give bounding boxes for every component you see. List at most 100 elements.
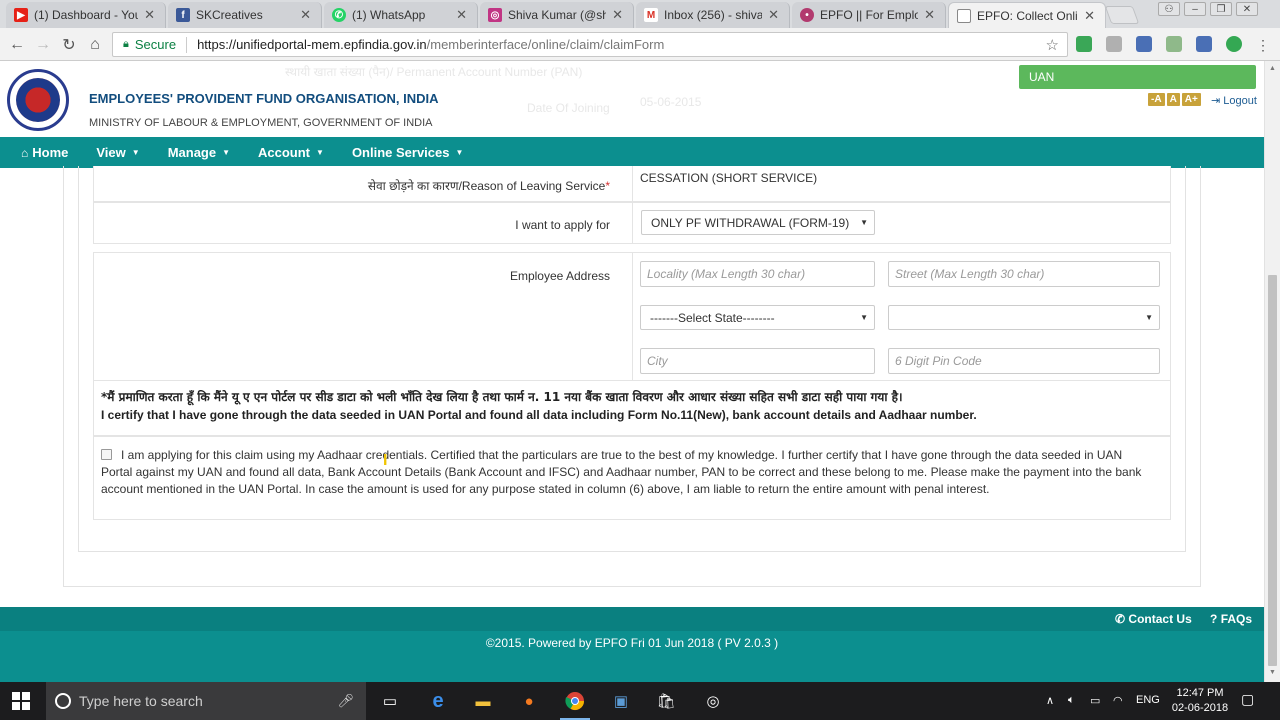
- state-value: -------Select State--------: [650, 310, 775, 325]
- contact-us-link[interactable]: ✆ Contact Us: [1115, 612, 1192, 626]
- address-bar[interactable]: 🔒︎ Secure https://unifiedportal-mem.epfi…: [112, 32, 1068, 57]
- leaving-reason-row: सेवा छोड़ने का कारण/Reason of Leaving Se…: [93, 166, 1171, 202]
- scroll-up-icon[interactable]: ▲: [1269, 65, 1276, 72]
- close-icon[interactable]: ✕: [1084, 8, 1095, 24]
- tab-epfo-employees[interactable]: • EPFO || For Employe ✕: [792, 2, 946, 28]
- notifications-icon[interactable]: ▢: [1241, 691, 1254, 708]
- locality-input[interactable]: [640, 261, 875, 287]
- close-icon[interactable]: ✕: [924, 7, 935, 23]
- close-icon[interactable]: ✕: [456, 7, 467, 23]
- reload-icon[interactable]: ↻: [58, 34, 80, 56]
- tab-instagram[interactable]: ◎ Shiva Kumar (@shiv ✕: [480, 2, 634, 28]
- file-explorer-icon[interactable]: ▬: [472, 691, 494, 711]
- divider: [632, 166, 633, 201]
- language-indicator[interactable]: ENG: [1136, 694, 1160, 706]
- nav-account[interactable]: Account ▼: [244, 145, 338, 160]
- leaving-reason-label-text: सेवा छोड़ने का कारण/Reason of Leaving Se…: [367, 179, 606, 193]
- wifi-icon[interactable]: ◠: [1113, 694, 1123, 707]
- city-input[interactable]: [640, 348, 875, 374]
- extension-icon[interactable]: [1226, 36, 1242, 52]
- extension-icon[interactable]: [1196, 36, 1212, 52]
- chevron-down-icon: ▼: [1145, 313, 1153, 322]
- tab-title: EPFO: Collect Online: [977, 8, 1078, 23]
- apply-for-select[interactable]: ONLY PF WITHDRAWAL (FORM-19) ▼: [641, 210, 875, 235]
- back-icon[interactable]: ←: [6, 34, 28, 56]
- chevron-down-icon: ▼: [455, 148, 464, 157]
- nav-account-label: Account: [258, 145, 311, 160]
- tab-gmail-inbox[interactable]: M Inbox (256) - shivak ✕: [636, 2, 790, 28]
- minimize-icon[interactable]: –: [1184, 2, 1206, 16]
- extension-icon[interactable]: [1136, 36, 1152, 52]
- maximize-icon[interactable]: ❐: [1210, 2, 1232, 16]
- chevron-down-icon: ▼: [860, 218, 868, 227]
- chevron-down-icon: ▼: [316, 148, 324, 157]
- font-decrease-button[interactable]: -A: [1148, 93, 1165, 106]
- logout-link[interactable]: ⇥ Logout: [1211, 94, 1257, 107]
- chrome-icon[interactable]: [564, 691, 586, 711]
- street-input[interactable]: [888, 261, 1160, 287]
- district-select[interactable]: ▼: [888, 305, 1160, 330]
- close-icon[interactable]: ✕: [768, 7, 779, 23]
- photo-app-icon[interactable]: ▣: [610, 691, 632, 711]
- youtube-icon: ▶: [14, 8, 28, 22]
- taskbar-search[interactable]: Type here to search 🎤︎: [46, 682, 366, 720]
- extension-icon[interactable]: [1166, 36, 1182, 52]
- certification-english: I certify that I have gone through the d…: [101, 408, 977, 422]
- ministry-name: MINISTRY OF LABOUR & EMPLOYMENT, GOVERNM…: [89, 117, 433, 129]
- tab-youtube-dashboard[interactable]: ▶ (1) Dashboard - You ✕: [6, 2, 166, 28]
- close-window-icon[interactable]: ✕: [1236, 2, 1258, 16]
- main-nav: ⌂ Home View ▼ Manage ▼ Account ▼ Online Serv…: [0, 137, 1264, 168]
- font-increase-button[interactable]: A+: [1181, 93, 1201, 106]
- faqs-link[interactable]: ? FAQs: [1210, 612, 1252, 626]
- new-tab-button[interactable]: [1104, 6, 1140, 24]
- battery-icon[interactable]: ▭: [1090, 694, 1100, 707]
- forward-icon[interactable]: →: [32, 34, 54, 56]
- apply-for-value: ONLY PF WITHDRAWAL (FORM-19): [651, 215, 850, 230]
- home-icon: ⌂: [21, 145, 29, 160]
- uan-badge: UAN: [1019, 65, 1256, 89]
- close-icon[interactable]: ✕: [300, 7, 311, 23]
- leaving-reason-label: सेवा छोड़ने का कारण/Reason of Leaving Se…: [368, 177, 610, 194]
- tab-whatsapp[interactable]: ✆ (1) WhatsApp ✕: [324, 2, 478, 28]
- tab-title: SKCreatives: [196, 8, 263, 22]
- edge-icon[interactable]: e: [427, 690, 449, 712]
- extension-icon[interactable]: [1076, 36, 1092, 52]
- tab-skcreatives[interactable]: f SKCreatives ✕: [168, 2, 322, 28]
- font-normal-button[interactable]: A: [1166, 93, 1180, 106]
- nav-online-services[interactable]: Online Services ▼: [338, 145, 477, 160]
- firefox-icon[interactable]: ●: [518, 691, 540, 711]
- menu-icon[interactable]: ⋮: [1252, 34, 1274, 56]
- consent-text: I am applying for this claim using my Aa…: [101, 448, 1142, 496]
- scrollbar-thumb[interactable]: [1268, 275, 1277, 666]
- extension-icon[interactable]: [1106, 36, 1122, 52]
- nav-home[interactable]: ⌂ Home: [0, 145, 82, 160]
- pin-code-input[interactable]: [888, 348, 1160, 374]
- close-icon[interactable]: ✕: [144, 7, 155, 23]
- chevron-up-icon[interactable]: ∧: [1046, 694, 1054, 707]
- logo-emblem: [16, 78, 60, 122]
- tab-epfo-collect-online[interactable]: EPFO: Collect Online ✕: [948, 2, 1106, 28]
- nav-view-label: View: [96, 145, 126, 160]
- windows-start-icon[interactable]: [12, 692, 30, 710]
- nav-view[interactable]: View ▼: [82, 145, 153, 160]
- divider: [632, 203, 633, 243]
- scroll-down-icon[interactable]: ▼: [1269, 669, 1276, 676]
- close-icon[interactable]: ✕: [612, 7, 623, 23]
- task-view-icon[interactable]: ▭: [379, 691, 401, 711]
- profile-icon[interactable]: ⚇: [1158, 2, 1180, 16]
- aadhaar-consent-checkbox[interactable]: [101, 449, 112, 460]
- text-cursor-icon: I: [383, 452, 388, 469]
- bookmark-star-icon[interactable]: ☆: [1046, 36, 1059, 54]
- store-icon[interactable]: 🛍︎: [655, 691, 677, 711]
- page-scrollbar[interactable]: ▲ ▼: [1264, 61, 1280, 682]
- logout-label: Logout: [1223, 95, 1257, 107]
- volume-icon[interactable]: 🔈︎: [1068, 694, 1075, 707]
- whatsapp-icon: ✆: [332, 8, 346, 22]
- home-browser-icon[interactable]: ⌂: [84, 34, 106, 56]
- state-select[interactable]: -------Select State-------- ▼: [640, 305, 875, 330]
- chevron-down-icon: ▼: [860, 313, 868, 322]
- nav-manage[interactable]: Manage ▼: [154, 145, 244, 160]
- system-clock[interactable]: 12:47 PM 02-06-2018: [1168, 686, 1232, 716]
- settings-app-icon[interactable]: ◎: [702, 691, 724, 711]
- microphone-icon[interactable]: 🎤︎: [337, 693, 354, 709]
